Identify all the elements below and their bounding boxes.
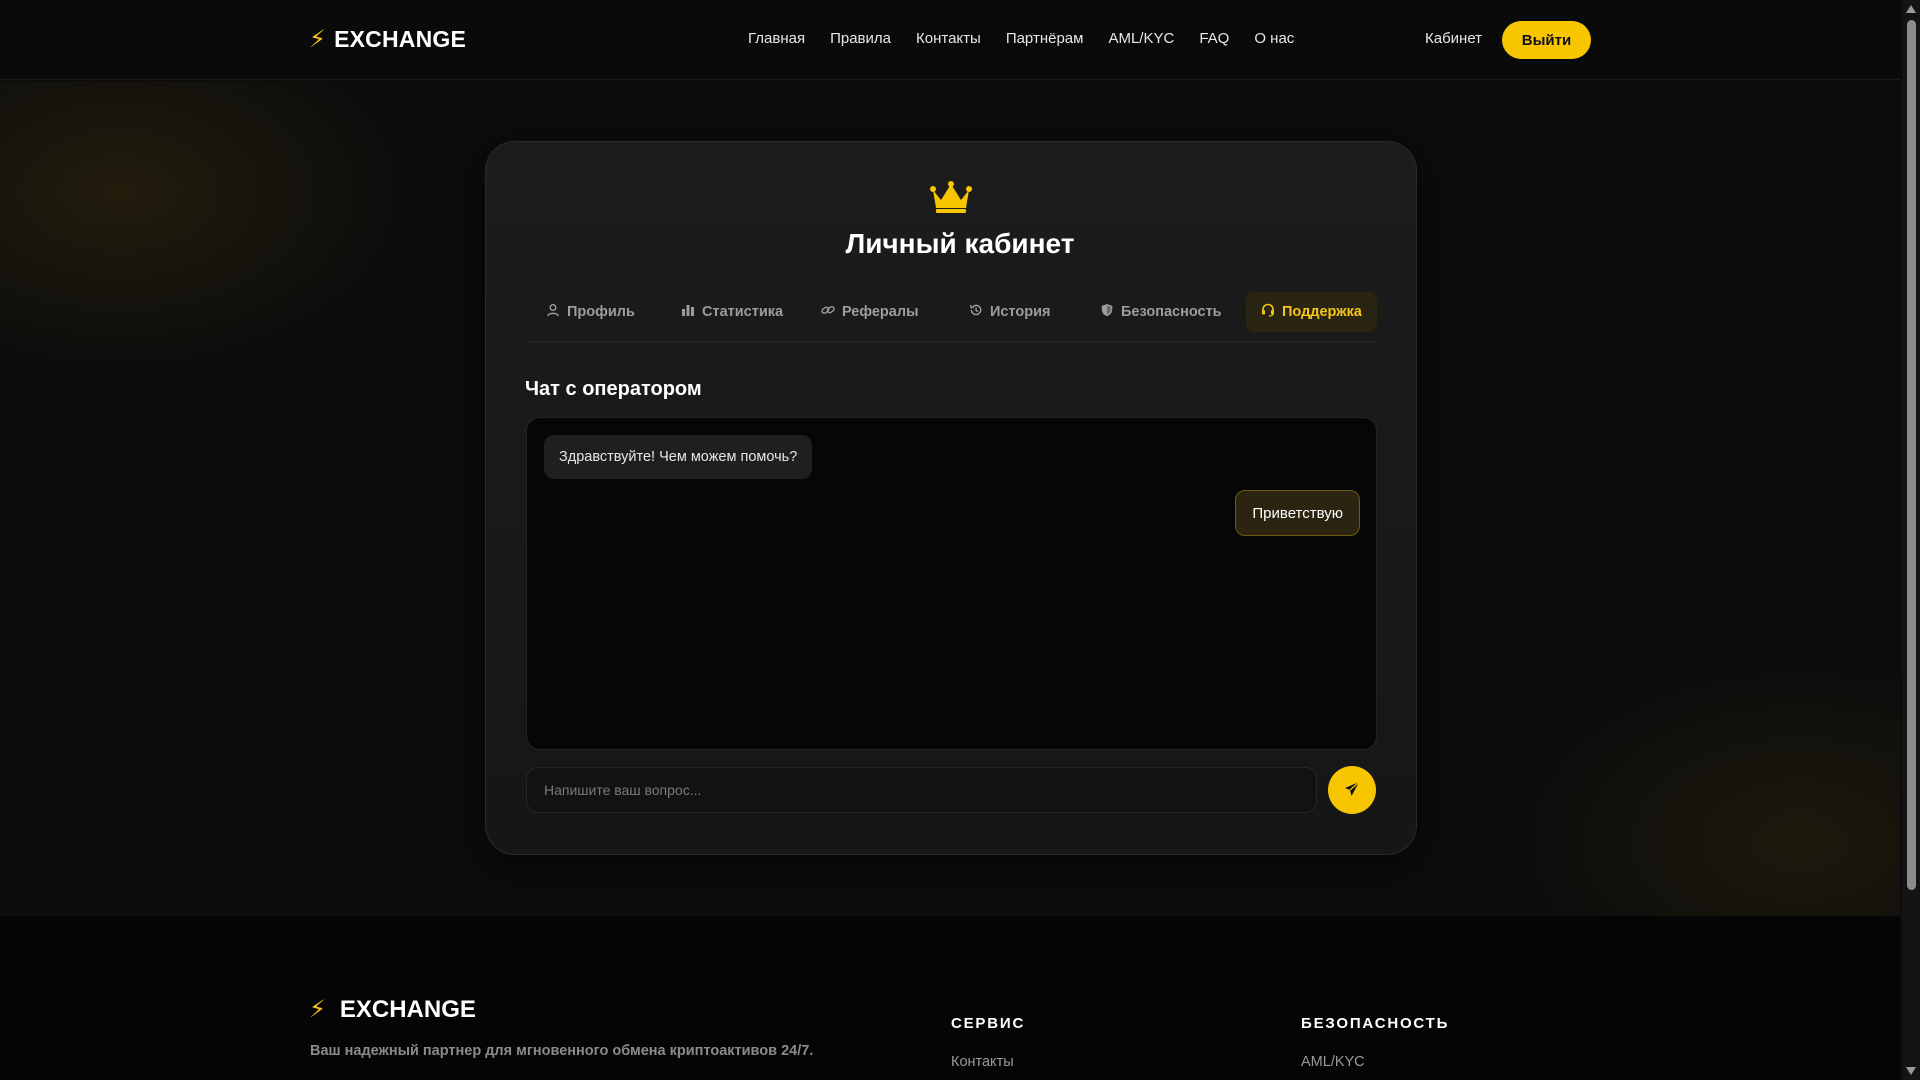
- scroll-down-arrow-icon[interactable]: [1906, 1067, 1916, 1075]
- footer-logo-text: EXCHANGE: [339, 996, 476, 1023]
- chat-message-input[interactable]: [526, 767, 1317, 813]
- message-text: Здравствуйте! Чем можем помочь?: [559, 449, 798, 465]
- shield-icon: [1100, 303, 1114, 321]
- user-icon: [546, 303, 560, 321]
- nav-link-partners[interactable]: Партнёрам: [1006, 30, 1084, 47]
- footer-link-contacts[interactable]: Контакты: [951, 1054, 1014, 1070]
- tab-support[interactable]: Поддержка: [1246, 292, 1377, 332]
- crown-icon: [486, 180, 1416, 219]
- tab-label: Профиль: [567, 304, 635, 320]
- nav-link-contacts[interactable]: Контакты: [916, 30, 981, 47]
- footer-link-aml-kyc[interactable]: AML/KYC: [1301, 1054, 1365, 1070]
- lightning-bolt-icon: ⚡: [309, 996, 326, 1023]
- lightning-bolt-icon: ⚡: [309, 25, 327, 53]
- nav-link-faq[interactable]: FAQ: [1199, 30, 1229, 47]
- send-button[interactable]: [1328, 766, 1376, 814]
- nav-link-home[interactable]: Главная: [748, 30, 805, 47]
- tab-label: Рефералы: [842, 304, 919, 320]
- history-icon: [969, 303, 983, 321]
- tab-history[interactable]: История: [969, 292, 1051, 332]
- nav-link-about[interactable]: О нас: [1254, 30, 1294, 47]
- account-tabs: Профиль Статистика Рефералы История Безо…: [524, 292, 1377, 342]
- paper-plane-icon: [1344, 781, 1360, 800]
- tab-label: История: [990, 304, 1051, 320]
- user-message: Приветствую: [1235, 490, 1360, 536]
- tab-label: Безопасность: [1121, 304, 1222, 320]
- operator-message: Здравствуйте! Чем можем помочь?: [544, 435, 813, 479]
- tab-statistics[interactable]: Статистика: [681, 292, 783, 332]
- footer-tagline: Ваш надежный партнер для мгновенного обм…: [310, 1043, 814, 1059]
- logo-text: EXCHANGE: [334, 26, 467, 52]
- page-title: Личный кабинет: [845, 228, 1075, 259]
- tab-label: Поддержка: [1282, 304, 1362, 320]
- bar-chart-icon: [681, 303, 695, 321]
- nav-link-rules[interactable]: Правила: [830, 30, 891, 47]
- main-nav: Главная Правила Контакты Партнёрам AML/K…: [748, 30, 1294, 47]
- footer-logo[interactable]: ⚡ EXCHANGE: [309, 996, 476, 1024]
- headset-icon: [1261, 303, 1275, 321]
- scroll-up-arrow-icon[interactable]: [1906, 5, 1916, 13]
- page-scrollbar[interactable]: [1902, 0, 1920, 1080]
- footer: ⚡ EXCHANGE Ваш надежный партнер для мгно…: [0, 916, 1900, 1080]
- message-text: Приветствую: [1252, 504, 1343, 522]
- cabinet-link[interactable]: Кабинет: [1425, 30, 1482, 47]
- footer-column-title-service: СЕРВИС: [951, 1015, 1026, 1032]
- chat-window[interactable]: Здравствуйте! Чем можем помочь? Приветст…: [526, 417, 1377, 750]
- footer-column-title-security: БЕЗОПАСНОСТЬ: [1301, 1015, 1450, 1032]
- tab-profile[interactable]: Профиль: [546, 292, 635, 332]
- logout-button[interactable]: Выйти: [1502, 21, 1591, 59]
- chat-heading: Чат с оператором: [525, 378, 702, 400]
- tab-label: Статистика: [702, 304, 784, 320]
- nav-link-aml-kyc[interactable]: AML/KYC: [1108, 30, 1174, 47]
- tab-security[interactable]: Безопасность: [1100, 292, 1222, 332]
- link-icon: [821, 303, 835, 321]
- scroll-thumb[interactable]: [1907, 20, 1916, 890]
- tab-referrals[interactable]: Рефералы: [821, 292, 918, 332]
- logo[interactable]: ⚡ EXCHANGE: [309, 26, 466, 53]
- top-header: ⚡ EXCHANGE Главная Правила Контакты Парт…: [0, 0, 1900, 80]
